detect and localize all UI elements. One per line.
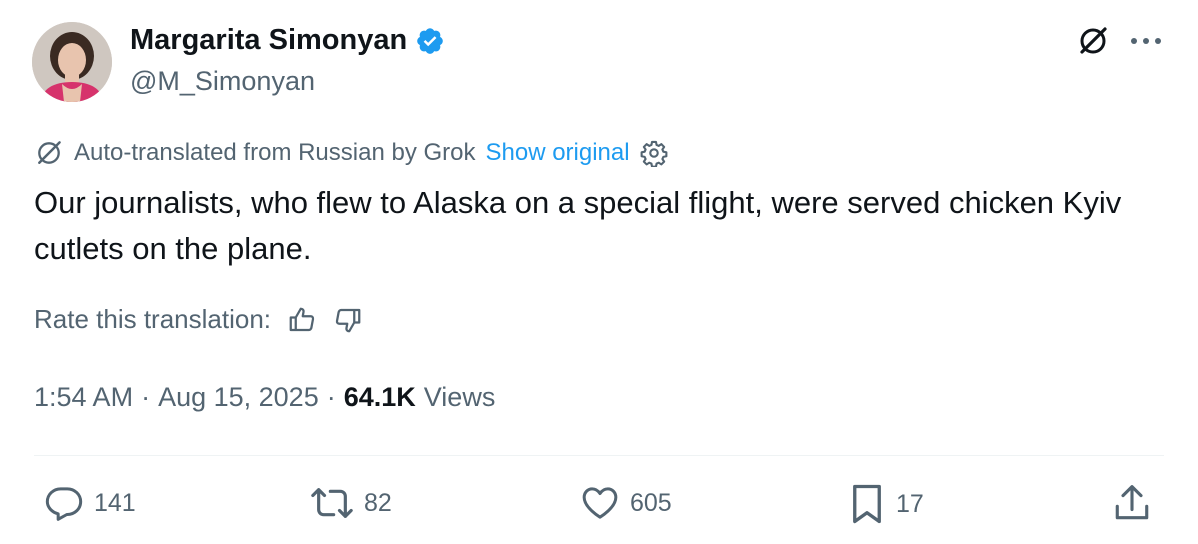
grok-icon bbox=[34, 138, 64, 168]
top-actions bbox=[1076, 24, 1162, 58]
divider bbox=[34, 455, 1164, 456]
reply-button[interactable]: 141 bbox=[44, 483, 136, 523]
repost-button[interactable]: 82 bbox=[310, 483, 392, 523]
translation-notice: Auto-translated from Russian by Grok Sho… bbox=[34, 138, 668, 168]
more-options-icon[interactable] bbox=[1130, 36, 1162, 46]
translation-notice-text: Auto-translated from Russian by Grok bbox=[74, 139, 476, 166]
share-button[interactable] bbox=[1114, 483, 1150, 523]
like-button[interactable]: 605 bbox=[580, 483, 672, 523]
thumbs-up-icon[interactable] bbox=[287, 305, 317, 335]
share-icon bbox=[1114, 483, 1150, 523]
rate-translation-row: Rate this translation: bbox=[34, 304, 363, 335]
gear-icon[interactable] bbox=[640, 139, 668, 167]
bookmark-icon bbox=[848, 483, 886, 525]
views-count: 64.1K bbox=[343, 382, 416, 412]
show-original-link[interactable]: Show original bbox=[486, 139, 630, 167]
tweet-text: Our journalists, who flew to Alaska on a… bbox=[34, 185, 1122, 266]
author-handle[interactable]: @M_Simonyan bbox=[130, 66, 315, 97]
repost-count: 82 bbox=[364, 488, 392, 517]
meta-separator: · bbox=[326, 382, 336, 412]
tweet-time[interactable]: 1:54 AM bbox=[34, 382, 133, 413]
rate-translation-label: Rate this translation: bbox=[34, 304, 272, 334]
reply-icon bbox=[44, 483, 84, 523]
tweet-date[interactable]: Aug 15, 2025 bbox=[158, 382, 319, 413]
bookmark-button[interactable]: 17 bbox=[848, 483, 924, 525]
verified-badge-icon[interactable] bbox=[415, 26, 445, 56]
like-count: 605 bbox=[630, 488, 672, 517]
avatar[interactable] bbox=[32, 22, 112, 102]
grok-icon[interactable] bbox=[1076, 24, 1110, 58]
author-name-row: Margarita Simonyan bbox=[130, 24, 445, 57]
thumbs-down-icon[interactable] bbox=[333, 305, 363, 335]
author-display-name[interactable]: Margarita Simonyan bbox=[130, 24, 407, 57]
views-label: Views bbox=[423, 382, 496, 412]
bookmark-count: 17 bbox=[896, 489, 924, 518]
repost-icon bbox=[310, 483, 354, 523]
tweet-meta: 1:54 AM · Aug 15, 2025 · 64.1K Views bbox=[34, 382, 495, 413]
meta-separator: · bbox=[141, 382, 151, 412]
heart-icon bbox=[580, 483, 620, 523]
reply-count: 141 bbox=[94, 488, 136, 517]
